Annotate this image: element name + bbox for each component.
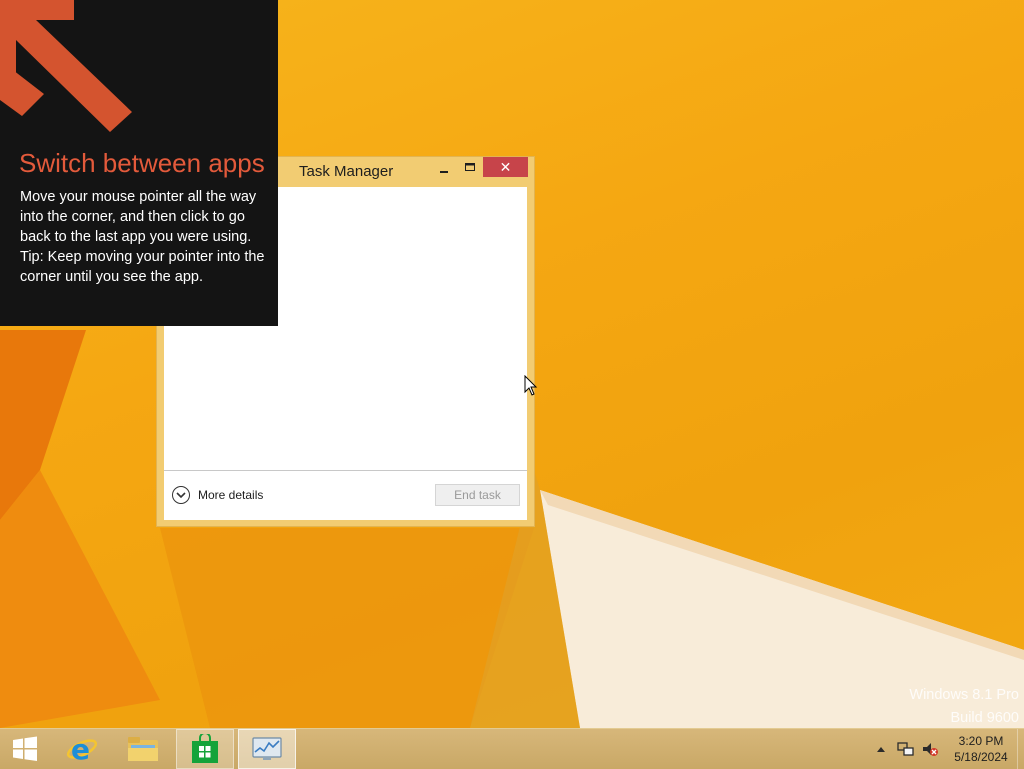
clock-date: 5/18/2024 [954, 750, 1008, 764]
taskbar: e 3:20 PM 5/18/2024 [0, 728, 1024, 769]
taskbar-store[interactable] [176, 729, 234, 769]
watermark-edition: Windows 8.1 Pro [909, 687, 1019, 703]
internet-explorer-icon: e [66, 733, 98, 766]
tip-title: Switch between apps [19, 148, 265, 178]
show-hidden-icons-button[interactable] [874, 729, 888, 769]
volume-muted-icon [923, 743, 938, 756]
taskbar-task-manager[interactable] [238, 729, 296, 769]
clock-time: 3:20 PM [958, 734, 1004, 748]
windows-logo-icon [13, 736, 37, 761]
taskbar-file-explorer[interactable] [114, 729, 172, 769]
taskbar-internet-explorer[interactable]: e [54, 729, 110, 769]
task-manager-footer: More details End task [164, 471, 527, 520]
more-details-button[interactable]: More details [172, 485, 263, 505]
window-title: Task Manager [299, 163, 394, 180]
more-details-label: More details [198, 488, 264, 502]
volume-tray-button[interactable] [920, 729, 940, 769]
start-button[interactable] [0, 729, 50, 769]
store-icon [192, 734, 218, 763]
maximize-button[interactable] [459, 157, 481, 177]
tray-clock[interactable]: 3:20 PM 5/18/2024 [948, 733, 1014, 765]
mouse-cursor-icon [524, 375, 538, 396]
minimize-button[interactable] [433, 159, 455, 179]
tip-body: Move your mouse pointer all the way into… [20, 187, 270, 287]
network-tray-button[interactable] [896, 729, 916, 769]
chevron-up-icon [877, 747, 885, 752]
watermark-build: Build 9600 [950, 710, 1019, 726]
chevron-down-icon [172, 486, 190, 504]
switch-apps-tip: Switch between apps Move your mouse poin… [0, 0, 278, 326]
end-task-label: End task [454, 488, 501, 502]
close-button[interactable]: ✕ [483, 157, 528, 177]
tip-instruction: Move your mouse pointer all the way into… [20, 189, 257, 245]
corner-arrow-icon [0, 0, 132, 132]
tip-hint: Tip: Keep moving your pointer into the c… [20, 249, 265, 285]
task-manager-icon [252, 737, 282, 760]
close-icon: ✕ [499, 159, 512, 175]
svg-text:e: e [71, 733, 90, 766]
file-explorer-icon [128, 737, 158, 761]
windows-watermark: Windows 8.1 Pro Build 9600 [909, 684, 1019, 730]
maximize-icon [465, 163, 475, 171]
minimize-icon [440, 171, 448, 173]
end-task-button[interactable]: End task [435, 484, 520, 506]
network-icon [897, 742, 914, 756]
show-desktop-button[interactable] [1017, 729, 1024, 769]
